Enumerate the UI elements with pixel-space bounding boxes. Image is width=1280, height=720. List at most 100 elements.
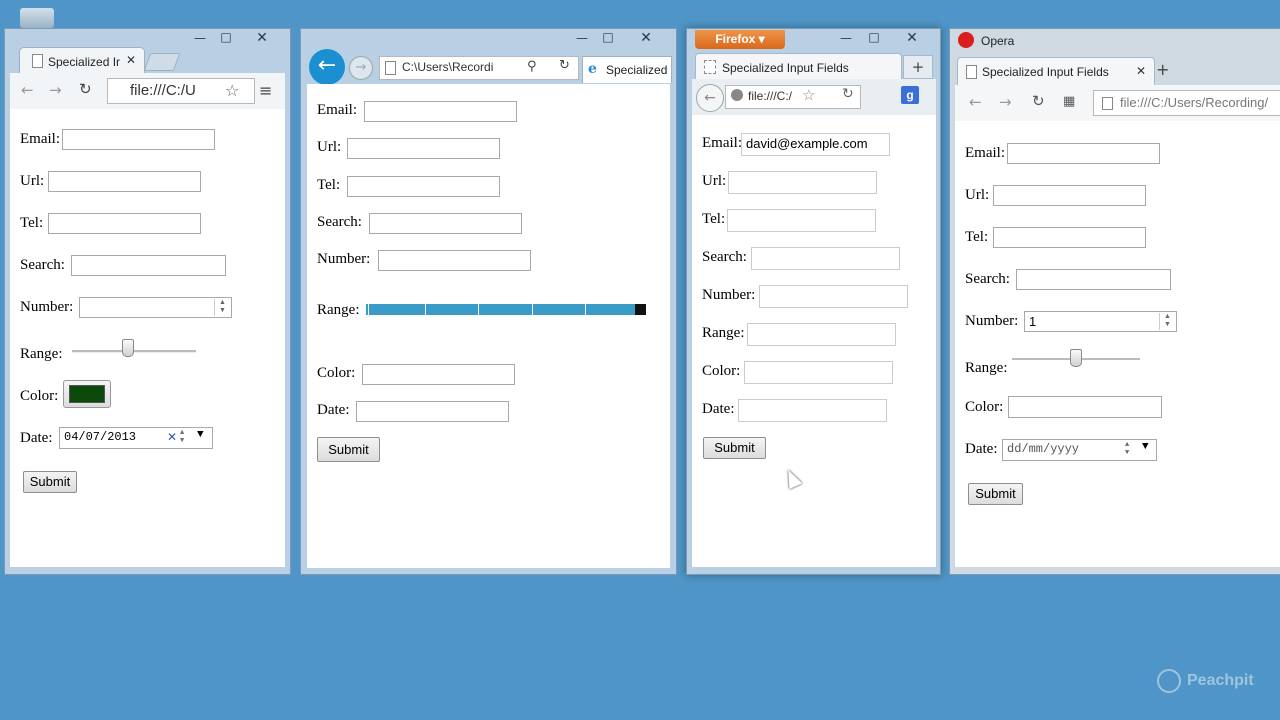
search-input[interactable] <box>369 213 522 234</box>
number-input[interactable] <box>378 250 531 271</box>
opera-logo-icon[interactable] <box>958 32 974 48</box>
date-input[interactable]: 04/07/2013 ✕ ▲ ▼ ▼ <box>59 427 213 449</box>
submit-button[interactable]: Submit <box>317 437 380 462</box>
address-bar[interactable]: C:\Users\Recordi <box>379 56 579 80</box>
tel-input[interactable] <box>727 209 876 232</box>
back-icon[interactable]: ← <box>969 93 982 111</box>
color-label: Color: <box>965 399 1004 415</box>
search-engine-icon[interactable]: g <box>901 86 919 104</box>
number-input[interactable] <box>759 285 908 308</box>
tab-specialized-input[interactable]: Specialized Input Fields <box>695 53 902 80</box>
range-track[interactable] <box>72 350 196 353</box>
submit-button[interactable]: Submit <box>703 437 766 459</box>
reload-icon[interactable]: ↻ <box>79 80 92 98</box>
date-spinner-icon[interactable]: ▲ ▼ <box>180 429 184 445</box>
tel-input[interactable] <box>993 227 1146 248</box>
number-input[interactable]: 1 ▲ ▼ <box>1024 311 1177 332</box>
forward-button[interactable]: → <box>349 56 373 80</box>
range-label: Range: <box>965 360 1008 376</box>
email-input[interactable]: david@example.com <box>741 133 890 156</box>
tab-title: Specialized Ir <box>48 55 120 69</box>
forward-icon[interactable]: → <box>999 93 1012 111</box>
color-picker[interactable] <box>63 380 111 408</box>
email-value: david@example.com <box>746 136 868 151</box>
tab-specialized-input[interactable]: Specialized Ir ✕ <box>19 47 145 74</box>
address-bar[interactable]: file:///C:/ <box>725 85 861 109</box>
number-input[interactable]: ▲ ▼ <box>79 297 232 318</box>
refresh-icon[interactable]: ↻ <box>559 58 570 73</box>
address-bar[interactable]: file:///C:/Users/Recording/ <box>1093 90 1280 116</box>
number-spinner-icon[interactable]: ▲ ▼ <box>1159 313 1175 330</box>
new-tab-button[interactable]: + <box>1156 60 1169 79</box>
close-tab-icon[interactable]: ✕ <box>1136 64 1146 78</box>
menu-icon[interactable]: ≡ <box>259 81 272 100</box>
color-input[interactable] <box>362 364 515 385</box>
range-thumb[interactable] <box>1070 349 1082 367</box>
tel-input[interactable] <box>347 176 500 197</box>
back-button[interactable]: ← <box>696 84 724 112</box>
ie-tab[interactable]: e Specialized I <box>582 56 672 83</box>
number-label: Number: <box>965 313 1019 329</box>
url-input[interactable] <box>728 171 877 194</box>
close-icon[interactable]: ✕ <box>253 30 271 46</box>
email-input[interactable] <box>364 101 517 122</box>
forward-icon[interactable]: → <box>49 81 62 99</box>
ie-page: Email: Url: Tel: Search: Number: Range: … <box>307 84 670 568</box>
speed-dial-icon[interactable]: ▦ <box>1063 94 1075 109</box>
firefox-menu-button[interactable]: Firefox ▾ <box>695 30 785 49</box>
reload-icon[interactable]: ↻ <box>1032 92 1045 110</box>
range-thumb[interactable] <box>122 339 134 357</box>
close-icon[interactable]: ✕ <box>903 30 921 46</box>
date-input[interactable] <box>738 399 887 422</box>
range-label: Range: <box>317 302 360 318</box>
back-icon[interactable]: ← <box>21 81 34 99</box>
tab-specialized-input[interactable]: Specialized Input Fields ✕ <box>957 57 1155 86</box>
search-input[interactable] <box>1016 269 1171 290</box>
color-input[interactable] <box>1008 396 1162 418</box>
search-input[interactable] <box>71 255 226 276</box>
email-input[interactable] <box>1007 143 1160 164</box>
maximize-icon[interactable]: □ <box>865 30 883 44</box>
url-input[interactable] <box>48 171 201 192</box>
maximize-icon[interactable]: □ <box>599 30 617 44</box>
recycle-bin-icon[interactable] <box>20 8 54 28</box>
new-tab-button[interactable]: + <box>903 55 933 79</box>
submit-button[interactable]: Submit <box>23 471 77 493</box>
maximize-icon[interactable]: □ <box>217 30 235 44</box>
bookmark-star-icon[interactable]: ☆ <box>225 81 239 100</box>
number-label: Number: <box>317 251 371 267</box>
chrome-page: Email: Url: Tel: Search: Number: ▲ ▼ Rang… <box>10 109 285 567</box>
date-input[interactable] <box>356 401 509 422</box>
date-dropdown-icon[interactable]: ▼ <box>1142 441 1149 453</box>
url-input[interactable] <box>993 185 1146 206</box>
range-tick <box>478 304 479 315</box>
clear-date-icon[interactable]: ✕ <box>167 430 177 444</box>
date-label: Date: <box>20 430 53 446</box>
minimize-icon[interactable]: — <box>191 31 209 45</box>
back-button[interactable]: ← <box>309 49 345 85</box>
tel-input[interactable] <box>48 213 201 234</box>
date-dropdown-icon[interactable]: ▼ <box>197 429 204 441</box>
email-input[interactable] <box>62 129 215 150</box>
close-tab-icon[interactable]: ✕ <box>126 53 136 67</box>
color-input[interactable] <box>744 361 893 384</box>
date-spinner-icon[interactable]: ▲ ▼ <box>1125 441 1129 457</box>
new-tab-button[interactable] <box>143 53 181 71</box>
search-icon[interactable]: ⚲ <box>527 59 537 74</box>
range-slider[interactable] <box>366 304 646 315</box>
url-input[interactable] <box>347 138 500 159</box>
reload-icon[interactable]: ↻ <box>842 86 854 102</box>
bookmark-star-icon[interactable]: ☆ <box>802 86 815 104</box>
minimize-icon[interactable]: — <box>573 31 591 45</box>
number-spinner-icon[interactable]: ▲ ▼ <box>214 299 230 316</box>
submit-button[interactable]: Submit <box>968 483 1023 505</box>
date-label: Date: <box>317 402 350 418</box>
date-input[interactable]: dd/mm/yyyy ▲ ▼ ▼ <box>1002 439 1157 461</box>
close-icon[interactable]: ✕ <box>637 30 655 46</box>
page-icon <box>385 61 396 75</box>
date-value: 04/07/2013 <box>64 430 137 444</box>
search-input[interactable] <box>751 247 900 270</box>
range-thumb[interactable] <box>635 304 646 315</box>
range-input[interactable] <box>747 323 896 346</box>
minimize-icon[interactable]: — <box>837 31 855 45</box>
